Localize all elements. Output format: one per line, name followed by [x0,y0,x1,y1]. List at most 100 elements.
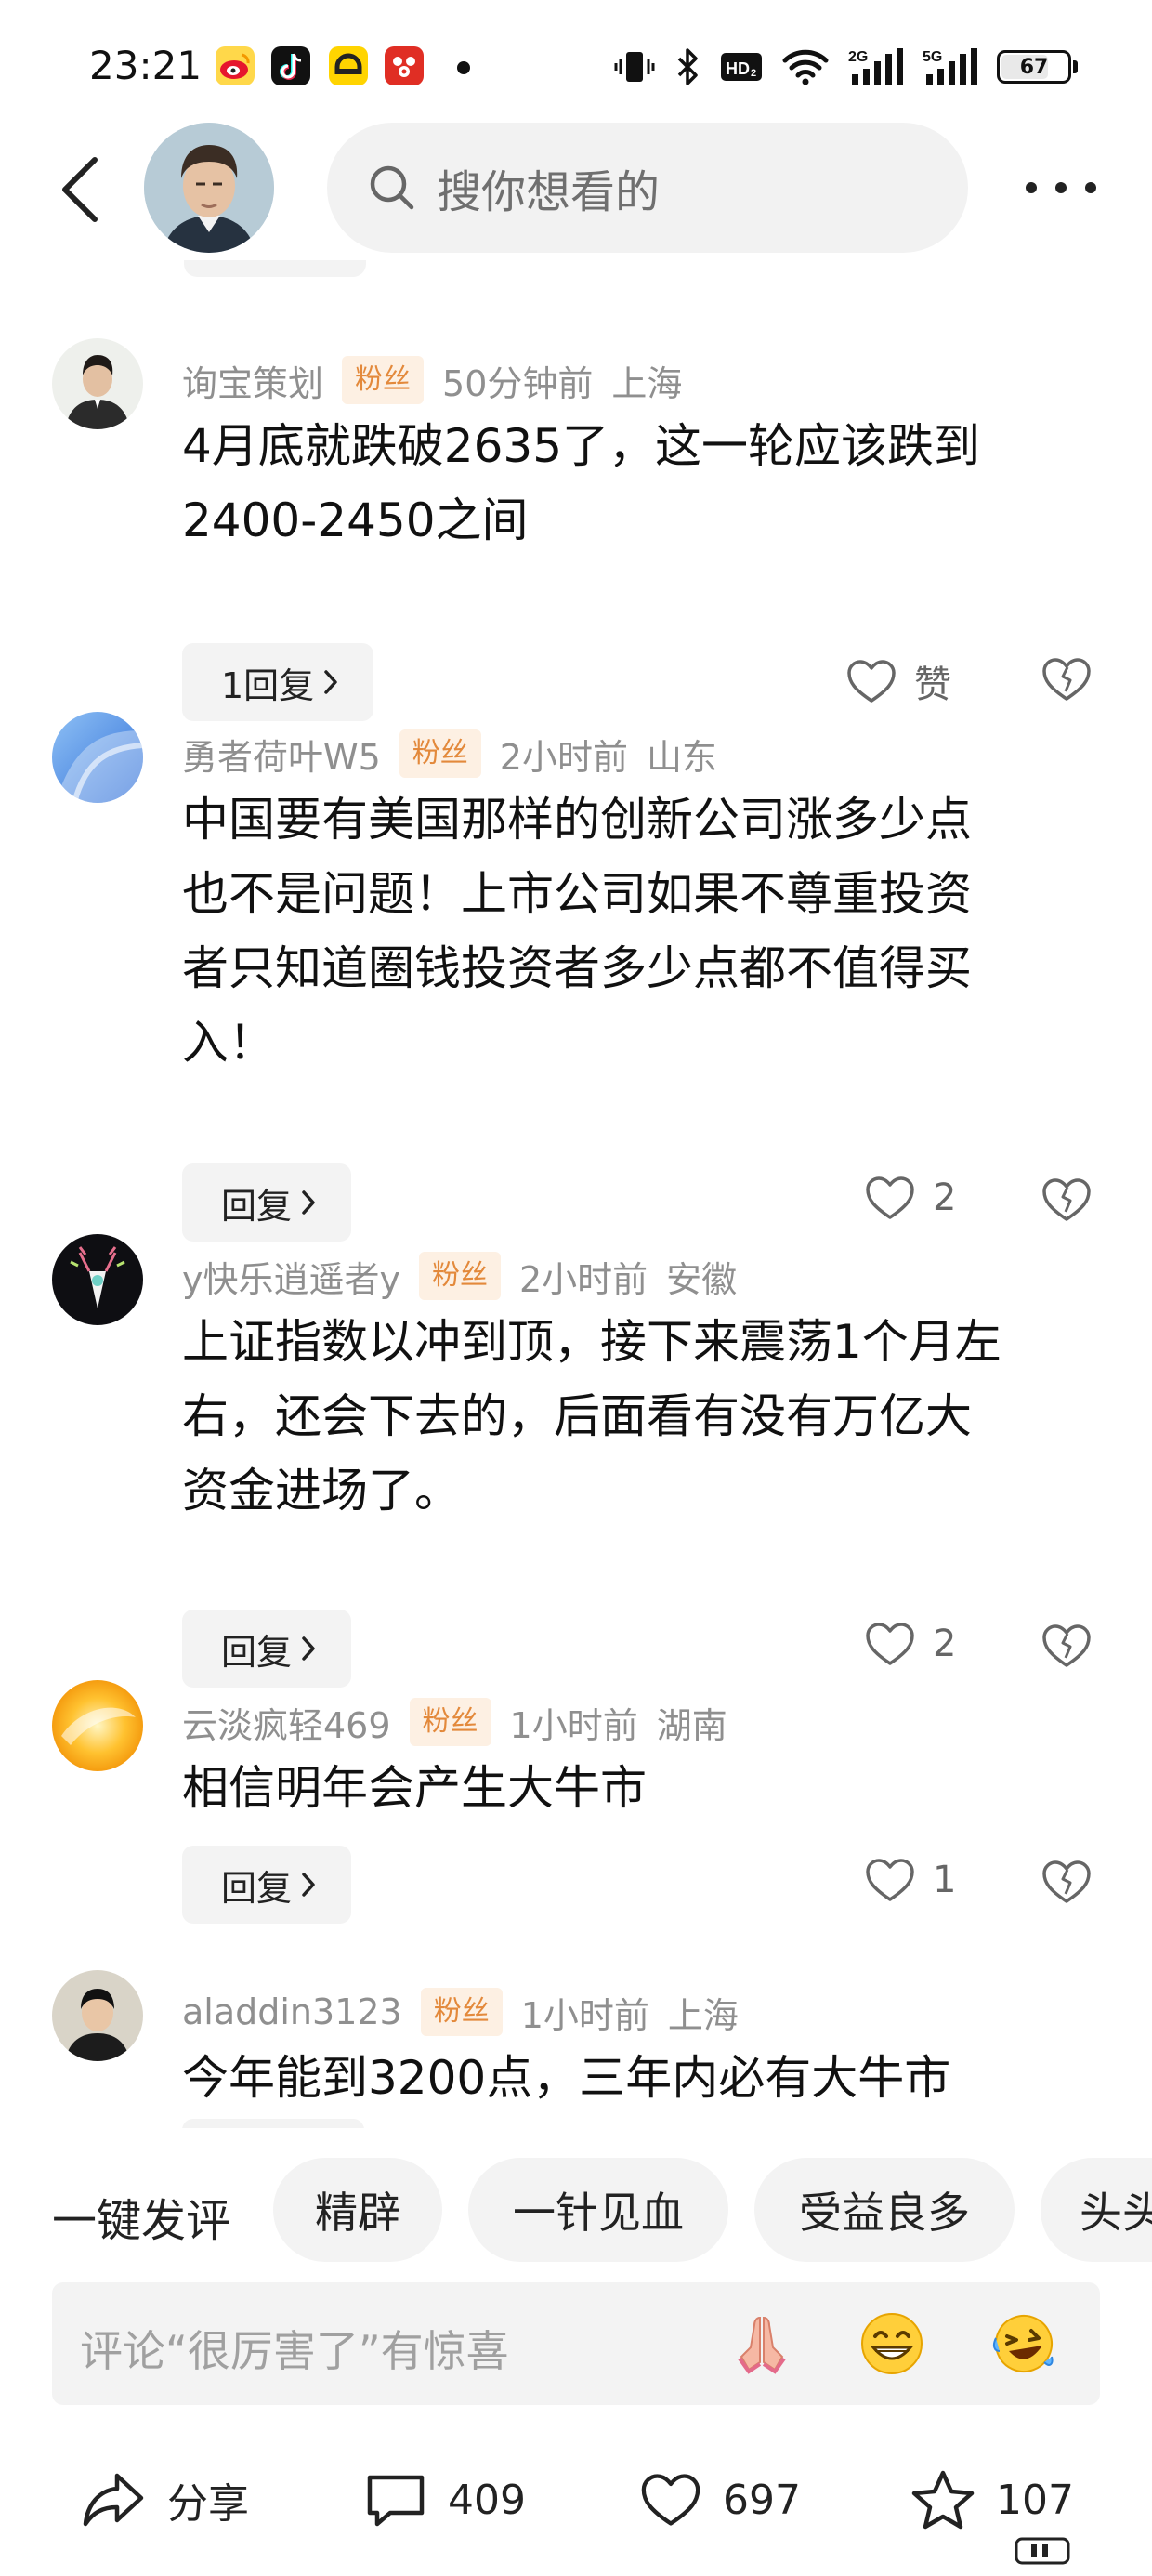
home-indicator-icon [1015,2537,1070,2565]
favorite-button[interactable]: 107 [910,2453,1074,2546]
comment-text-line: 4月底就跌破2635了，这一轮应该跌到 [182,419,981,473]
like-count: 697 [723,2476,801,2524]
reply-button[interactable]: 回复 [182,1846,352,1924]
comment-username[interactable]: y快乐逍遥者y [182,1251,400,1302]
user-avatar[interactable] [52,1970,143,2061]
reply-button[interactable]: 回复 [182,1163,352,1242]
comment-list[interactable]: 询宝策划 粉丝 50分钟前 上海 4月底就跌破2635了，这一轮应该跌到 240… [0,260,1152,2128]
comment-text: 上证指数以冲到顶，接下来震荡1个月左 右，还会下去的，后面看有没有万亿大 资金进… [182,1305,1111,1528]
user-avatar[interactable] [52,712,143,803]
user-avatar[interactable] [52,1680,143,1771]
heart-icon [866,1623,914,1665]
tiktok-icon [271,46,310,85]
comment-meta: aladdin3123 粉丝 1小时前 上海 [182,1985,739,2039]
reply-button[interactable] [182,2119,364,2128]
status-time: 23:21 [89,43,203,88]
like-button[interactable]: 1 [864,1857,956,1903]
share-button[interactable]: 分享 [80,2453,249,2546]
comment-location: 上海 [667,1994,739,2036]
comment-meta: 云淡疯轻469 粉丝 1小时前 湖南 [182,1695,727,1749]
comment-time: 2小时前 [518,1258,648,1300]
like-button[interactable]: 2 [864,1175,956,1221]
user-avatar[interactable] [52,338,143,429]
more-dot-icon [1026,182,1037,193]
heart-icon [641,2474,700,2526]
comment-text-line: 今年能到3200点，三年内必有大牛市 [182,2051,951,2105]
quick-comment-chip[interactable]: 头头 [1041,2158,1152,2262]
fan-badge: 粉丝 [420,1988,503,2036]
comment-time: 50分钟前 [442,362,594,404]
comment-meta: y快乐逍遥者y 粉丝 2小时前 安徽 [182,1249,737,1303]
heart-icon [847,660,896,703]
search-placeholder: 搜你想看的 [437,166,661,218]
author-avatar[interactable] [144,123,274,253]
comment-input[interactable]: 评论“很厉害了”有惊喜 [52,2282,1100,2405]
like-post-button[interactable]: 697 [639,2453,801,2546]
like-button[interactable]: 赞 [845,654,951,708]
broken-heart-icon[interactable] [1041,654,1093,706]
broken-heart-icon[interactable] [1041,1621,1093,1673]
like-count: 1 [933,1859,957,1901]
quick-comment-row: 一键发评 精辟 一针见血 受益良多 头头 [0,2158,1152,2266]
wifi-icon [781,47,830,86]
comment-meta: 询宝策划 粉丝 50分钟前 上海 [182,353,682,407]
grinning-emoji-icon[interactable] [858,2310,925,2377]
fan-badge: 粉丝 [342,356,425,404]
comment-location: 安徽 [666,1258,738,1300]
comment-location: 上海 [611,362,683,404]
broken-heart-icon[interactable] [1041,1857,1093,1909]
reply-button[interactable]: 回复 [182,1610,352,1688]
comment-text-line: 也不是问题！上市公司如果不尊重投资 [182,867,972,921]
comment-username[interactable]: 云淡疯轻469 [182,1697,391,1748]
reply-label: 1回复 [221,664,315,706]
laughing-tears-emoji-icon[interactable] [988,2310,1055,2377]
quick-comment-chip[interactable]: 一针见血 [468,2158,728,2262]
comment-username[interactable]: 询宝策划 [182,355,323,406]
fan-badge: 粉丝 [399,729,481,778]
comment-text: 中国要有美国那样的创新公司涨多少点 也不是问题！上市公司如果不尊重投资 者只知道… [182,782,1111,1080]
comment-meta: 勇者荷叶W5 粉丝 2小时前 山东 [182,727,717,781]
comment-time: 2小时前 [499,736,628,778]
vibrate-icon [614,46,655,87]
app-icon [329,46,368,85]
svg-text:HD: HD [726,59,750,78]
previous-reply-button-edge[interactable] [184,260,366,277]
comment-username[interactable]: 勇者荷叶W5 [182,729,381,780]
user-avatar[interactable] [52,1234,143,1325]
broken-heart-icon[interactable] [1041,1175,1093,1227]
heart-icon [866,1176,914,1219]
folded-hands-emoji-icon[interactable] [728,2310,795,2377]
more-options-button[interactable] [1026,169,1096,206]
comment-text-line: 者只知道圈钱投资者多少点都不值得买 [182,941,972,995]
comment-text-line: 入！ [182,1016,275,1070]
chevron-right-icon [302,1636,315,1661]
search-bar[interactable]: 搜你想看的 [327,123,968,253]
comments-button[interactable]: 409 [364,2453,526,2546]
like-button[interactable]: 2 [864,1621,956,1667]
reply-label: 回复 [221,1631,293,1673]
chevron-right-icon [302,1873,315,1897]
comment-text-line: 右，还会下去的，后面看有没有万亿大 [182,1389,972,1443]
pinduoduo-icon [385,46,424,85]
bluetooth-icon [674,46,701,87]
comment-time: 1小时前 [509,1704,638,1746]
quick-comment-chip[interactable]: 受益良多 [754,2158,1015,2262]
signal-5g-icon: 5G [923,46,978,87]
signal-2g-icon: 2G [848,46,904,87]
fan-badge: 粉丝 [409,1698,491,1746]
fan-badge: 粉丝 [418,1252,501,1300]
status-icons: HD 2 2G 5G 67 [614,43,1078,91]
share-label: 分享 [167,2480,249,2528]
favorite-count: 107 [996,2476,1074,2524]
quick-comment-chip[interactable]: 精辟 [273,2158,442,2262]
comment-text: 4月底就跌破2635了，这一轮应该跌到 2400-2450之间 [182,409,1111,558]
comment-username[interactable]: aladdin3123 [182,1991,402,2032]
chevron-right-icon [302,1190,315,1215]
reply-button[interactable]: 1回复 [182,643,374,721]
comment-text: 相信明年会产生大牛市 [182,1751,1111,1825]
comment-icon [367,2475,425,2527]
back-button[interactable] [52,152,108,227]
reply-label: 回复 [221,1185,293,1227]
share-icon [83,2473,144,2527]
comment-text-line: 相信明年会产生大牛市 [182,1761,647,1815]
